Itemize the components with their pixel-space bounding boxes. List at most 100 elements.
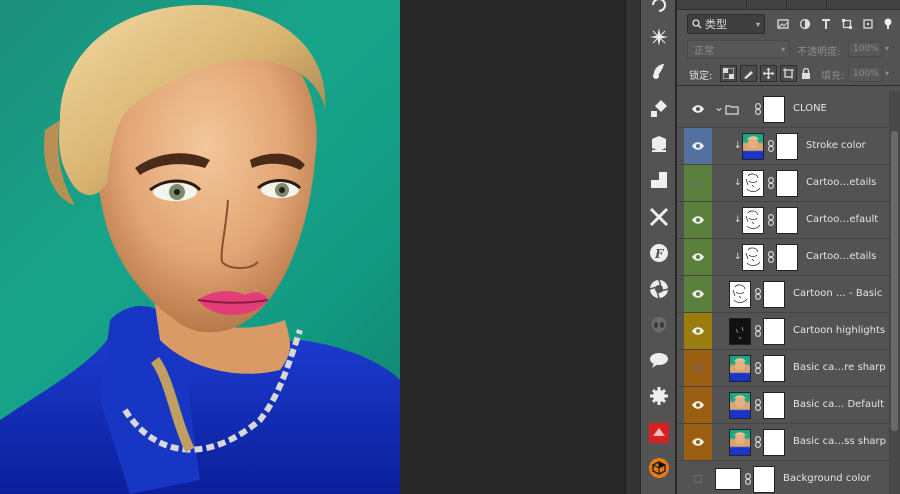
layer-thumbnail[interactable] [742, 207, 764, 234]
layers-scroll-thumb[interactable] [891, 131, 898, 431]
layer-visibility-toggle[interactable] [684, 165, 712, 201]
lock-all-icon[interactable] [801, 68, 811, 80]
layer-name[interactable]: Cartoo…efault [806, 214, 878, 225]
red-app-icon[interactable] [646, 420, 672, 446]
layer-row[interactable]: ⌄ CLONE [677, 91, 889, 128]
layer-thumbnail[interactable] [715, 468, 741, 490]
layer-mask-thumbnail[interactable] [776, 133, 798, 160]
layer-visibility-toggle[interactable] [684, 350, 712, 386]
layer-mask-thumbnail[interactable] [776, 244, 798, 271]
layer-mask-thumbnail[interactable] [753, 466, 775, 493]
layer-row[interactable]: ↓ Cartoo…etails [677, 239, 889, 276]
shapes-icon[interactable] [646, 95, 672, 121]
layer-mask-thumbnail[interactable] [776, 170, 798, 197]
link-chain-icon[interactable] [768, 177, 774, 189]
layer-mask-thumbnail[interactable] [763, 318, 785, 345]
opacity-input[interactable]: 100% [848, 41, 882, 57]
layers-scrollbar[interactable] [889, 91, 900, 494]
group-collapse-chevron-icon[interactable]: ⌄ [714, 100, 724, 114]
layer-name[interactable]: Cartoon … - Basic [793, 288, 882, 299]
layer-row[interactable]: Background color [677, 461, 889, 494]
link-chain-icon[interactable] [768, 140, 774, 152]
layer-visibility-toggle[interactable] [684, 424, 712, 460]
aperture-icon[interactable] [646, 276, 672, 302]
layer-visibility-toggle[interactable] [684, 91, 712, 127]
filter-toggle-icon[interactable] [883, 18, 893, 30]
layer-row[interactable]: Cartoon highlights [677, 313, 889, 350]
layer-thumbnail[interactable] [729, 318, 751, 345]
layer-name[interactable]: Cartoo…etails [806, 251, 876, 262]
link-chain-icon[interactable] [755, 325, 761, 337]
layer-thumbnail[interactable] [742, 244, 764, 271]
speech-bubble-icon[interactable] [646, 347, 672, 373]
canvas-area[interactable] [0, 0, 625, 494]
lock-transparent-pixels-icon[interactable] [720, 65, 737, 82]
layer-visibility-toggle[interactable] [684, 128, 712, 164]
layer-thumbnail[interactable] [742, 170, 764, 197]
layer-mask-thumbnail[interactable] [763, 281, 785, 308]
link-chain-icon[interactable] [755, 399, 761, 411]
artwork-canvas[interactable] [0, 0, 400, 494]
layer-visibility-toggle[interactable] [684, 239, 712, 275]
filter-shape-icon[interactable] [841, 18, 853, 30]
layer-name[interactable]: Cartoon highlights [793, 325, 885, 336]
layer-row[interactable]: Basic ca… Default [677, 387, 889, 424]
layer-visibility-toggle[interactable] [684, 202, 712, 238]
link-chain-icon[interactable] [755, 362, 761, 374]
layer-name[interactable]: Background color [783, 473, 870, 484]
layer-mask-thumbnail[interactable] [763, 429, 785, 456]
layer-visibility-toggle[interactable] [684, 387, 712, 423]
link-chain-icon[interactable] [745, 473, 751, 485]
link-chain-icon[interactable] [768, 214, 774, 226]
link-chain-icon[interactable] [755, 436, 761, 448]
link-chain-icon[interactable] [768, 251, 774, 263]
layer-name[interactable]: Basic ca… Default [793, 399, 884, 410]
lock-image-pixels-icon[interactable] [740, 65, 757, 82]
layer-thumbnail[interactable] [742, 133, 764, 160]
rotate-icon[interactable] [646, 0, 672, 18]
crop-frame-icon[interactable] [646, 167, 672, 193]
layer-mask-thumbnail[interactable] [763, 96, 785, 123]
layer-row[interactable]: Basic ca…ss sharp [677, 424, 889, 461]
layer-row[interactable]: ↓ Cartoo…etails [677, 165, 889, 202]
layer-name[interactable]: CLONE [793, 103, 827, 114]
layer-visibility-toggle[interactable] [684, 461, 712, 494]
lock-artboard-icon[interactable] [780, 65, 797, 82]
layer-row[interactable]: ↓ Stroke color [677, 128, 889, 165]
alien-icon[interactable] [646, 312, 672, 338]
layer-row[interactable]: Basic ca…re sharp [677, 350, 889, 387]
layer-row[interactable]: Cartoon … - Basic [677, 276, 889, 313]
fill-input[interactable]: 100% [848, 66, 882, 82]
layer-thumbnail[interactable] [729, 281, 751, 308]
layer-thumbnail[interactable] [729, 355, 751, 382]
filter-type-layer-icon[interactable] [820, 18, 832, 30]
link-chain-icon[interactable] [755, 288, 761, 300]
layers-icon[interactable] [646, 131, 672, 157]
link-chain-icon[interactable] [755, 103, 761, 115]
fill-chevron-icon[interactable]: ▾ [885, 69, 889, 78]
layer-row[interactable]: ↓ Cartoo…efault [677, 202, 889, 239]
layer-visibility-toggle[interactable] [684, 276, 712, 312]
layer-mask-thumbnail[interactable] [763, 392, 785, 419]
orange-cube-icon[interactable] [646, 455, 672, 481]
brush-icon[interactable] [646, 58, 672, 84]
gear-cog-icon[interactable] [646, 383, 672, 409]
layer-name[interactable]: Basic ca…re sharp [793, 362, 886, 373]
blend-mode-select[interactable]: 正常 ▾ [687, 40, 790, 58]
layer-mask-thumbnail[interactable] [776, 207, 798, 234]
layer-thumbnail[interactable] [729, 392, 751, 419]
filter-pixel-icon[interactable] [777, 18, 789, 30]
layer-thumbnail[interactable] [729, 429, 751, 456]
layer-name[interactable]: Stroke color [806, 140, 866, 151]
filter-type-select[interactable]: 类型 ▾ [687, 14, 765, 34]
layer-visibility-toggle[interactable] [684, 313, 712, 349]
layer-name[interactable]: Cartoo…etails [806, 177, 876, 188]
lock-position-icon[interactable] [760, 65, 777, 82]
filter-smart-object-icon[interactable] [862, 18, 874, 30]
opacity-chevron-icon[interactable]: ▾ [885, 44, 889, 53]
cross-tools-icon[interactable] [646, 204, 672, 230]
layer-mask-thumbnail[interactable] [763, 355, 785, 382]
font-f-icon[interactable]: F [646, 240, 672, 266]
layer-name[interactable]: Basic ca…ss sharp [793, 436, 886, 447]
sparkle-icon[interactable] [646, 24, 672, 50]
